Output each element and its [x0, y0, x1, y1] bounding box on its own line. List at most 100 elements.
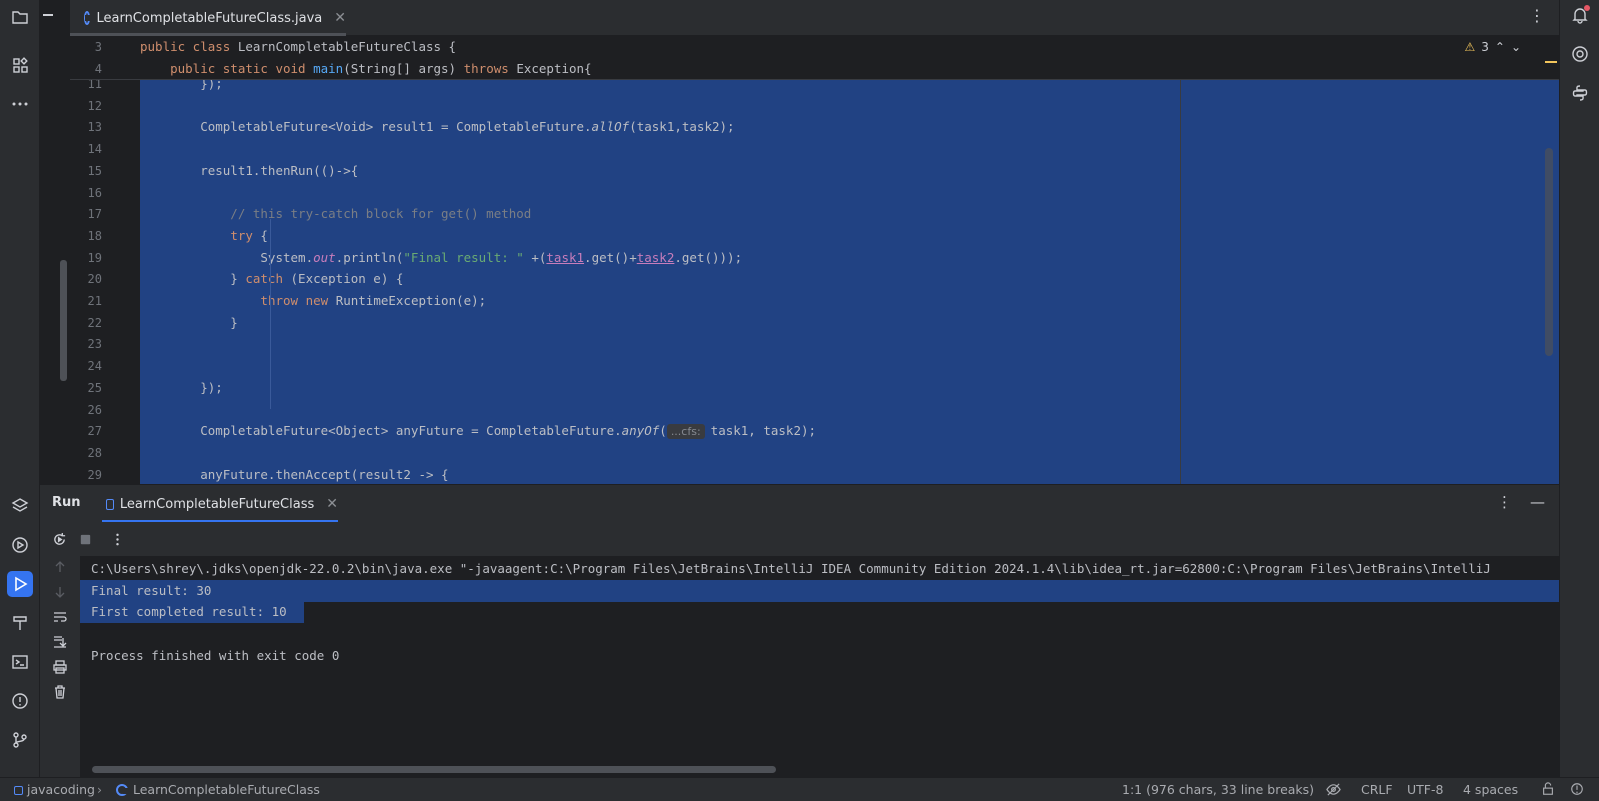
breadcrumb-separator: › [97, 782, 102, 797]
chevron-down-icon[interactable]: ⌄ [1511, 40, 1521, 54]
code-line[interactable]: 26 [70, 398, 1559, 421]
code-line[interactable]: 13 CompletableFuture<Void> result1 = Com… [70, 116, 1559, 139]
code-line[interactable]: 29 anyFuture.thenAccept(result2 -> { [70, 463, 1559, 484]
code-line[interactable]: 15 result1.thenRun(()->{ [70, 159, 1559, 182]
console-horizontal-scrollbar[interactable] [92, 766, 776, 773]
code-text: }); [140, 379, 223, 395]
code-text: throw new RuntimeException(e); [260, 293, 487, 308]
arrow-down-icon[interactable] [51, 583, 69, 601]
editor-tab[interactable]: LearnCompletableFutureClass.java ✕ [70, 0, 346, 36]
close-icon[interactable]: ✕ [326, 496, 338, 512]
git-icon[interactable] [7, 727, 33, 753]
code-text: CompletableFuture<Object> anyFuture = Co… [140, 423, 817, 440]
close-icon[interactable]: ✕ [334, 10, 346, 26]
run-tab-label: LearnCompletableFutureClass [119, 496, 315, 512]
readonly-eye-icon[interactable] [1326, 782, 1341, 800]
code-text: public class LearnCompletableFutureClass… [140, 39, 457, 54]
code-text: System.out.println("Final result: " +(ta… [140, 249, 743, 265]
file-encoding[interactable]: UTF-8 [1407, 782, 1443, 797]
line-number: 4 [94, 62, 102, 76]
options-menu-icon[interactable]: ⋮ [1497, 493, 1512, 511]
folder-icon[interactable] [7, 4, 33, 30]
stop-icon[interactable] [76, 530, 94, 548]
structure-icon[interactable] [7, 52, 33, 78]
code-line[interactable]: 14 [70, 138, 1559, 161]
rerun-icon[interactable] [50, 530, 68, 548]
console-line: Final result: 30 [80, 579, 1559, 602]
minimize-icon[interactable] [43, 14, 53, 16]
code-line[interactable]: 27 CompletableFuture<Object> anyFuture =… [70, 420, 1559, 443]
module-icon [14, 786, 23, 795]
line-number: 20 [87, 272, 102, 287]
editor-tab-label: LearnCompletableFutureClass.java [96, 10, 323, 26]
line-number: 26 [87, 402, 102, 417]
build-icon[interactable] [7, 610, 33, 636]
hide-panel-icon[interactable]: — [1530, 493, 1545, 511]
run-config-tab[interactable]: LearnCompletableFutureClass ✕ [102, 485, 338, 523]
code-line[interactable]: 17 // this try-catch block for get() met… [70, 203, 1559, 226]
code-line[interactable]: 23 [70, 333, 1559, 356]
line-number: 22 [87, 315, 102, 330]
run-icon[interactable] [7, 571, 33, 597]
warning-marker [1545, 61, 1557, 63]
code-editor[interactable]: 3 public class LearnCompletableFutureClas… [70, 36, 1559, 484]
trash-icon[interactable] [51, 683, 69, 701]
warning-indicator[interactable]: ⚠ 3 ⌃ ⌄ [1464, 40, 1521, 54]
ai-assistant-icon[interactable] [1569, 43, 1591, 65]
print-icon[interactable] [51, 658, 69, 676]
chevron-up-icon[interactable]: ⌃ [1495, 40, 1505, 54]
code-line[interactable]: 20 } catch (Exception e) { [70, 268, 1559, 291]
code-line[interactable]: 25 }); [70, 376, 1559, 399]
selection-highlight [140, 441, 1559, 464]
code-text: try { [230, 227, 268, 243]
notifications-icon[interactable] [1569, 4, 1591, 26]
code-line[interactable]: 22 } [70, 311, 1559, 334]
code-line[interactable]: 4 public static void main(String[] args)… [70, 58, 1559, 80]
tab-menu-icon[interactable]: ⋮ [1529, 6, 1545, 25]
code-line[interactable]: 3 public class LearnCompletableFutureClas… [70, 36, 1559, 58]
breadcrumb-project[interactable]: javacoding [14, 782, 95, 797]
breadcrumb-file[interactable]: LearnCompletableFutureClass [116, 782, 320, 797]
selection-highlight [140, 94, 1559, 117]
code-line[interactable]: 24 [70, 355, 1559, 378]
services-icon[interactable] [7, 532, 33, 558]
code-line[interactable]: 12 [70, 94, 1559, 117]
code-text: anyFuture.thenAccept(result2 -> { [140, 466, 449, 482]
more-options-icon[interactable] [108, 530, 126, 548]
line-number: 16 [87, 185, 102, 200]
status-bar: javacoding › LearnCompletableFutureClass… [0, 777, 1599, 801]
gutter-scrollbar[interactable] [60, 260, 67, 381]
code-line[interactable]: 18 try { [70, 224, 1559, 247]
code-line[interactable]: 16 [70, 181, 1559, 204]
caret-position[interactable]: 1:1 (976 chars, 33 line breaks) [1122, 782, 1314, 797]
problems-icon[interactable] [7, 688, 33, 714]
line-number: 14 [87, 142, 102, 157]
line-number: 28 [87, 445, 102, 460]
selection-highlight [140, 398, 1559, 421]
indent-setting[interactable]: 4 spaces [1463, 782, 1518, 797]
code-line[interactable]: 21 throw new RuntimeException(e); [70, 290, 1559, 312]
selection-highlight [140, 138, 1559, 161]
code-text: result1.thenRun(()->{ [140, 162, 359, 178]
java-class-icon [84, 11, 91, 25]
notification-badge [1584, 5, 1590, 11]
line-number: 12 [87, 98, 102, 113]
editor-tab-bar: LearnCompletableFutureClass.java ✕ ⋮ [70, 0, 1559, 36]
more-icon[interactable] [7, 91, 33, 117]
terminal-icon[interactable] [7, 649, 33, 675]
code-line[interactable]: 19 System.out.println("Final result: " +… [70, 246, 1559, 269]
scroll-to-end-icon[interactable] [51, 633, 69, 651]
line-separator[interactable]: CRLF [1361, 782, 1393, 797]
soft-wrap-icon[interactable] [51, 608, 69, 626]
lock-icon[interactable] [1541, 782, 1555, 799]
sticky-header: 3 public class LearnCompletableFutureClas… [70, 36, 1559, 80]
console-output[interactable]: C:\Users\shrey\.jdks\openjdk-22.0.2\bin\… [80, 556, 1559, 777]
arrow-up-icon[interactable] [51, 558, 69, 576]
python-icon[interactable] [1569, 82, 1591, 104]
layers-icon[interactable] [7, 493, 33, 519]
inspection-icon[interactable] [1570, 782, 1584, 799]
editor-scrollbar[interactable] [1545, 148, 1553, 356]
code-line[interactable]: 28 [70, 441, 1559, 464]
line-number: 24 [87, 359, 102, 374]
